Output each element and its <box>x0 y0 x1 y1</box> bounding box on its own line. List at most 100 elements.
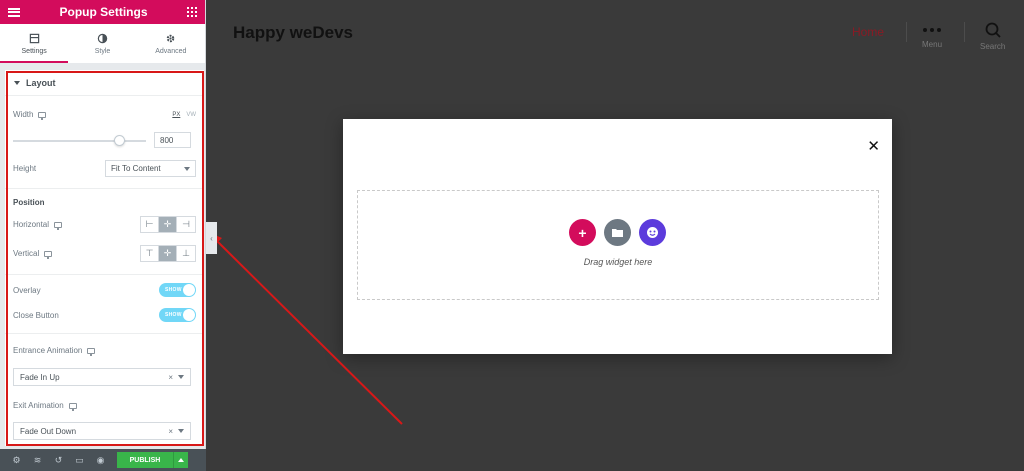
chevron-down-icon <box>184 166 190 171</box>
horizontal-label: Horizontal <box>13 220 63 230</box>
panel-title: Popup Settings <box>59 5 148 19</box>
settings-tab-icon <box>29 33 39 43</box>
tab-advanced[interactable]: Advanced <box>137 24 205 63</box>
folder-icon[interactable] <box>604 219 631 246</box>
desktop-responsive-icon[interactable] <box>54 221 63 230</box>
chevron-down-icon <box>178 375 184 379</box>
width-number-input[interactable]: 800 <box>154 132 191 148</box>
horizontal-control: Horizontal ⊢ ✛ ⊣ <box>13 216 196 233</box>
publish-options-button[interactable] <box>173 452 188 468</box>
nav-divider <box>964 22 965 42</box>
desktop-responsive-icon[interactable] <box>44 250 53 259</box>
eye-icon[interactable]: ◉ <box>90 449 111 471</box>
switch-knob <box>183 309 195 321</box>
close-button-switch[interactable]: SHOW <box>159 308 196 322</box>
menu-toggle[interactable]: Menu <box>922 22 942 49</box>
caret-up-icon <box>178 458 184 462</box>
desktop-responsive-icon[interactable] <box>38 111 47 120</box>
unit-switcher: PX VW <box>172 112 196 118</box>
horizontal-label-text: Horizontal <box>13 220 50 229</box>
overlay-switch[interactable]: SHOW <box>159 283 196 297</box>
editor-panel: Popup Settings Settings Style Advanced L… <box>0 0 206 471</box>
vertical-label-text: Vertical <box>13 249 40 258</box>
align-middle-icon[interactable]: ✛ <box>159 246 177 261</box>
contrast-icon <box>97 33 108 43</box>
height-control: Height Fit To Content <box>13 160 196 177</box>
close-button-switch-text: SHOW <box>165 312 182 318</box>
layout-section-toggle[interactable]: Layout <box>5 70 204 96</box>
width-label-text: Width <box>13 110 34 119</box>
vertical-choices: ⊤ ✛ ⊥ <box>140 245 196 262</box>
smile-glyph <box>647 227 658 238</box>
entrance-animation-value: Fade In Up <box>20 372 60 382</box>
nav-divider <box>906 22 907 42</box>
entrance-animation-select[interactable]: Fade In Up × <box>13 368 191 386</box>
menu-label: Menu <box>922 40 943 49</box>
add-section-icon[interactable]: + <box>569 219 596 246</box>
layout-settings: Layout Width PX VW 800 Height Fit To Con… <box>5 70 204 446</box>
tab-settings-label: Settings <box>21 47 47 55</box>
align-center-icon[interactable]: ✛ <box>159 217 177 232</box>
desktop-responsive-icon[interactable] <box>68 402 77 411</box>
publish-button[interactable]: PUBLISH <box>117 452 173 468</box>
entrance-animation-label-text: Entrance Animation <box>13 346 83 355</box>
close-button-label: Close Button <box>13 310 59 320</box>
align-right-icon[interactable]: ⊣ <box>177 217 195 232</box>
search-icon <box>985 22 1001 38</box>
exit-animation-label: Exit Animation <box>13 401 77 411</box>
caret-down-icon <box>14 80 20 85</box>
clear-icon[interactable]: × <box>168 373 173 382</box>
chevron-down-icon <box>178 429 184 433</box>
tab-advanced-label: Advanced <box>155 47 187 55</box>
layers-icon[interactable]: ≋ <box>27 449 48 471</box>
overlay-control: Overlay SHOW <box>13 283 196 297</box>
position-heading: Position <box>13 198 45 207</box>
exit-animation-select[interactable]: Fade Out Down × <box>13 422 191 440</box>
happy-addons-icon[interactable] <box>639 219 666 246</box>
gear-icon[interactable]: ⚙ <box>6 449 27 471</box>
site-title[interactable]: Happy weDevs <box>233 23 353 43</box>
widget-drop-zone[interactable]: + Drag widget here <box>357 190 879 300</box>
desktop-responsive-icon[interactable] <box>87 347 96 356</box>
width-label: Width <box>13 110 47 120</box>
panel-header: Popup Settings <box>0 0 205 24</box>
panel-tabs: Settings Style Advanced <box>0 24 205 64</box>
horizontal-choices: ⊢ ✛ ⊣ <box>140 216 196 233</box>
divider <box>5 274 204 275</box>
nav-home-link[interactable]: Home <box>852 25 884 39</box>
history-icon[interactable]: ↺ <box>48 449 69 471</box>
search-label: Search <box>980 42 1006 51</box>
align-left-icon[interactable]: ⊢ <box>141 217 159 232</box>
width-slider[interactable] <box>13 140 146 142</box>
layout-section-title: Layout <box>26 77 56 88</box>
widgets-grid-icon[interactable] <box>187 7 197 17</box>
width-slider-handle[interactable] <box>114 135 126 146</box>
responsive-icon[interactable]: ▭ <box>69 449 90 471</box>
overlay-label: Overlay <box>13 285 41 295</box>
tab-settings[interactable]: Settings <box>0 24 69 63</box>
vertical-label: Vertical <box>13 249 53 259</box>
hamburger-menu-icon[interactable] <box>8 7 20 17</box>
overlay-switch-text: SHOW <box>165 287 182 293</box>
height-select[interactable]: Fit To Content <box>105 160 196 177</box>
popup-preview: ✕ + Drag widget here <box>343 119 892 354</box>
unit-vw[interactable]: VW <box>186 112 196 118</box>
exit-animation-label-text: Exit Animation <box>13 401 64 410</box>
close-icon[interactable]: ✕ <box>867 139 880 154</box>
tab-style[interactable]: Style <box>68 24 136 63</box>
align-top-icon[interactable]: ⊤ <box>141 246 159 261</box>
close-button-control: Close Button SHOW <box>13 308 196 322</box>
tab-style-label: Style <box>94 47 111 55</box>
entrance-animation-label: Entrance Animation <box>13 346 96 356</box>
clear-icon[interactable]: × <box>168 427 173 436</box>
search-toggle[interactable]: Search <box>980 22 1005 51</box>
panel-collapse-toggle[interactable]: ‹ <box>206 222 217 254</box>
align-bottom-icon[interactable]: ⊥ <box>177 246 195 261</box>
unit-px[interactable]: PX <box>172 112 180 118</box>
panel-footer: ⚙ ≋ ↺ ▭ ◉ PUBLISH <box>0 449 206 471</box>
switch-knob <box>183 284 195 296</box>
vertical-control: Vertical ⊤ ✛ ⊥ <box>13 245 196 262</box>
height-label: Height <box>13 164 37 173</box>
gear-icon <box>167 34 175 42</box>
exit-animation-value: Fade Out Down <box>20 426 77 436</box>
